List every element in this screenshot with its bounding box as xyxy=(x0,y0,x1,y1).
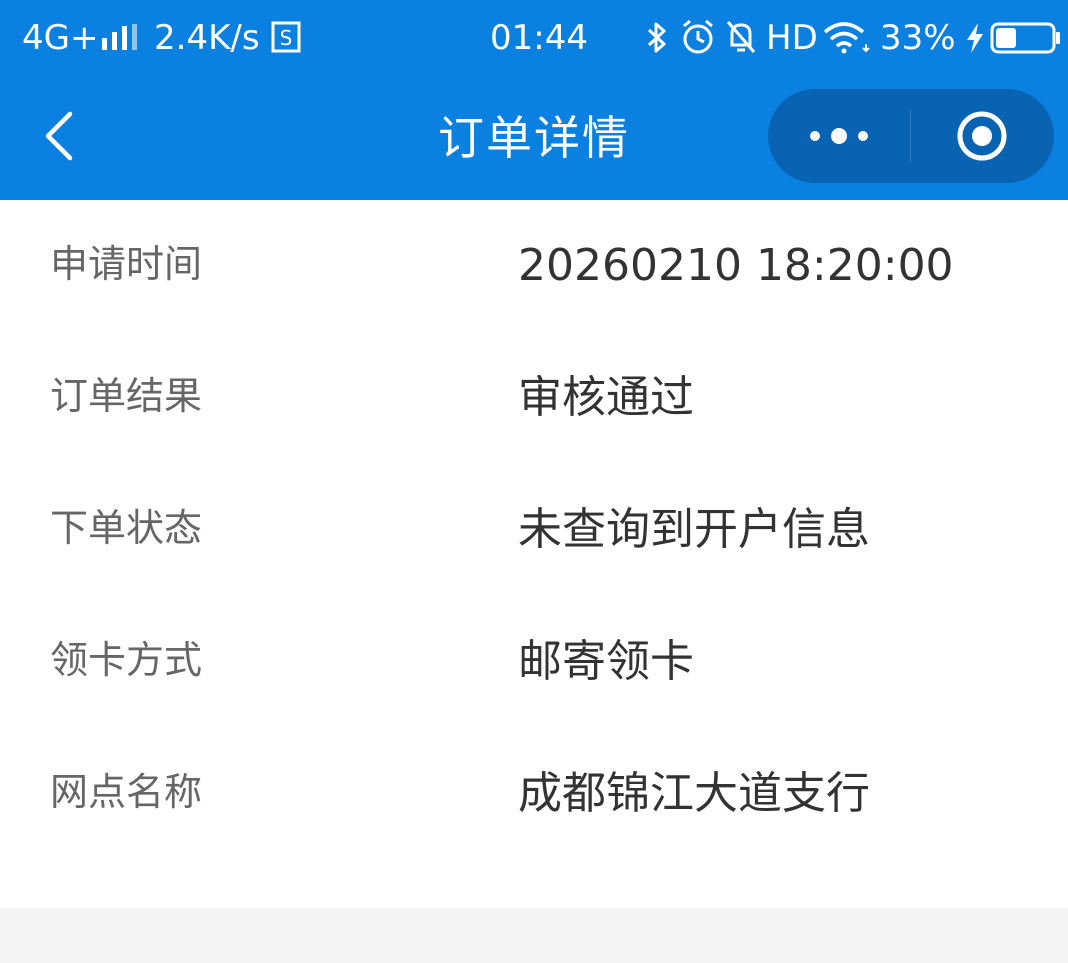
order-detail-list: 申请时间 20260210 18:20:00 订单结果 审核通过 下单状态 未查… xyxy=(0,200,1068,908)
top-bar: 4G+ 2.4K/s S 01:44 HD 33% 订单详情 xyxy=(0,0,1068,200)
screenshot-icon: S xyxy=(271,21,301,53)
detail-row-order-status: 下单状态 未查询到开户信息 xyxy=(0,464,1068,596)
back-button[interactable] xyxy=(28,100,92,172)
detail-label: 订单结果 xyxy=(50,374,203,418)
detail-row-branch-name: 网点名称 成都锦江大道支行 xyxy=(0,728,1068,860)
detail-row-apply-time: 申请时间 20260210 18:20:00 xyxy=(0,200,1068,332)
chevron-left-icon xyxy=(45,111,73,161)
more-dots-icon xyxy=(810,128,868,144)
clock: 01:44 xyxy=(490,18,588,58)
page-title: 订单详情 xyxy=(438,111,630,165)
battery-percent: 33% xyxy=(880,18,956,58)
detail-value: 成都锦江大道支行 xyxy=(518,768,870,819)
detail-value: 20260210 18:20:00 xyxy=(518,240,954,291)
network-type: 4G+ xyxy=(22,18,99,58)
charging-icon xyxy=(967,23,983,53)
detail-value: 未查询到开户信息 xyxy=(518,504,870,555)
detail-value: 邮寄领卡 xyxy=(518,636,694,687)
screen: 4G+ 2.4K/s S 01:44 HD 33% 订单详情 申请时间 2026… xyxy=(0,0,1068,963)
alarm-icon xyxy=(683,19,713,54)
svg-text:S: S xyxy=(280,26,293,50)
close-button[interactable] xyxy=(911,89,1053,183)
wifi-icon xyxy=(823,22,870,54)
more-button[interactable] xyxy=(768,89,910,183)
battery-icon xyxy=(990,22,1060,54)
mute-bell-icon xyxy=(726,21,756,53)
detail-label: 申请时间 xyxy=(50,242,203,286)
network-speed: 2.4K/s xyxy=(154,18,260,58)
detail-value: 审核通过 xyxy=(518,372,694,423)
detail-label: 领卡方式 xyxy=(50,638,203,682)
bluetooth-icon xyxy=(647,22,666,53)
status-bar: 4G+ 2.4K/s S 01:44 HD 33% xyxy=(0,0,1068,76)
detail-label: 网点名称 xyxy=(50,770,203,814)
signal-icon xyxy=(102,24,137,50)
detail-row-order-result: 订单结果 审核通过 xyxy=(0,332,1068,464)
capsule-menu xyxy=(768,89,1054,183)
detail-label: 下单状态 xyxy=(50,506,203,550)
target-circle-icon xyxy=(957,111,1007,161)
hd-indicator: HD xyxy=(766,18,818,58)
detail-row-card-method: 领卡方式 邮寄领卡 xyxy=(0,596,1068,728)
